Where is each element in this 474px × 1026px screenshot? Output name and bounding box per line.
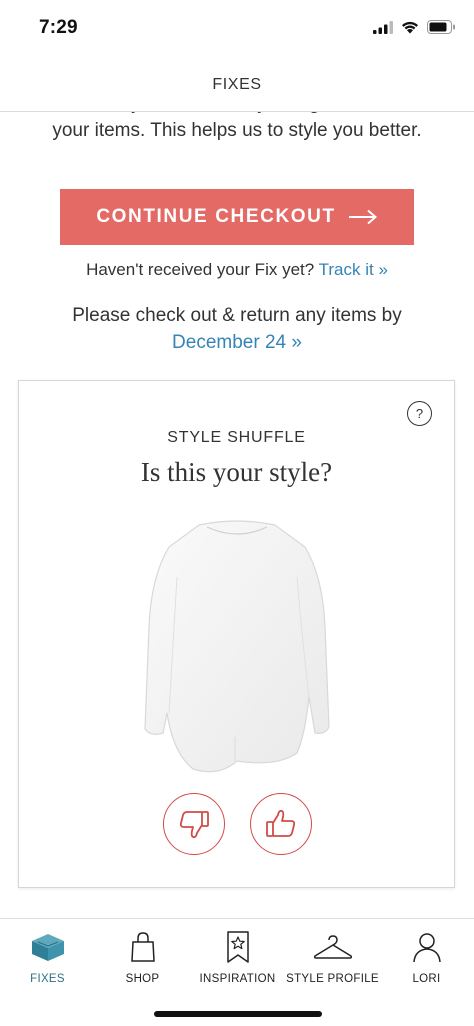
tab-shop[interactable]: SHOP — [95, 929, 190, 991]
like-button[interactable] — [250, 793, 312, 855]
style-shuffle-title: STYLE SHUFFLE — [167, 429, 306, 446]
style-shuffle-card: ? STYLE SHUFFLE Is this your style? — [18, 380, 455, 888]
tab-label-fixes: FIXES — [30, 973, 65, 985]
tab-label-style-profile: STYLE PROFILE — [286, 973, 379, 985]
tab-label-lori: LORI — [412, 973, 441, 985]
style-question: Is this your style? — [140, 457, 333, 487]
track-fix-line: Haven't received your Fix yet? Track it … — [0, 260, 474, 280]
return-text: Please check out & return any items by — [72, 305, 402, 326]
checkout-button-label: CONTINUE CHECKOUT — [96, 206, 336, 227]
tab-fixes[interactable]: FIXES — [0, 929, 95, 991]
fixes-content[interactable]: Decide what you'd like to buy and give f… — [0, 112, 474, 918]
box-icon — [31, 934, 64, 961]
tab-style-profile[interactable]: STYLE PROFILE — [285, 929, 380, 991]
battery-icon — [427, 20, 455, 34]
status-time: 7:29 — [39, 17, 78, 38]
track-it-link[interactable]: Track it » — [319, 260, 388, 279]
tab-label-shop: SHOP — [125, 973, 160, 985]
return-date-link[interactable]: December 24 » — [172, 332, 302, 353]
bookmark-star-icon — [226, 931, 249, 963]
status-icons — [373, 20, 456, 34]
tab-label-inspiration: INSPIRATION — [199, 973, 276, 985]
tab-inspiration[interactable]: INSPIRATION — [190, 929, 285, 991]
help-button[interactable]: ? — [407, 401, 432, 426]
bottom-tab-bar: FIXES SHOP INSPIRATION STYLE PROFILE LOR… — [0, 918, 474, 1026]
cellular-signal-icon — [373, 20, 393, 34]
status-bar: 7:29 — [0, 0, 474, 56]
return-deadline-text: Please check out & return any items by D… — [30, 302, 444, 356]
continue-checkout-button[interactable]: CONTINUE CHECKOUT — [60, 189, 414, 245]
intro-text: Decide what you'd like to buy and give f… — [21, 112, 452, 141]
person-icon — [412, 933, 441, 963]
tab-profile-lori[interactable]: LORI — [379, 929, 474, 991]
page-title: FIXES — [212, 76, 262, 93]
thumbs-down-icon — [179, 811, 209, 839]
hanger-icon — [313, 935, 352, 959]
arrow-right-icon — [348, 209, 377, 225]
shopping-bag-icon — [130, 932, 155, 962]
dislike-button[interactable] — [163, 793, 225, 855]
wifi-icon — [402, 21, 418, 33]
help-icon: ? — [415, 406, 424, 421]
thumbs-up-icon — [266, 809, 296, 837]
app-header: FIXES — [0, 56, 474, 112]
product-image-white-sweater — [144, 520, 330, 773]
track-prefix-text: Haven't received your Fix yet? — [86, 260, 315, 279]
home-indicator — [154, 1011, 322, 1017]
